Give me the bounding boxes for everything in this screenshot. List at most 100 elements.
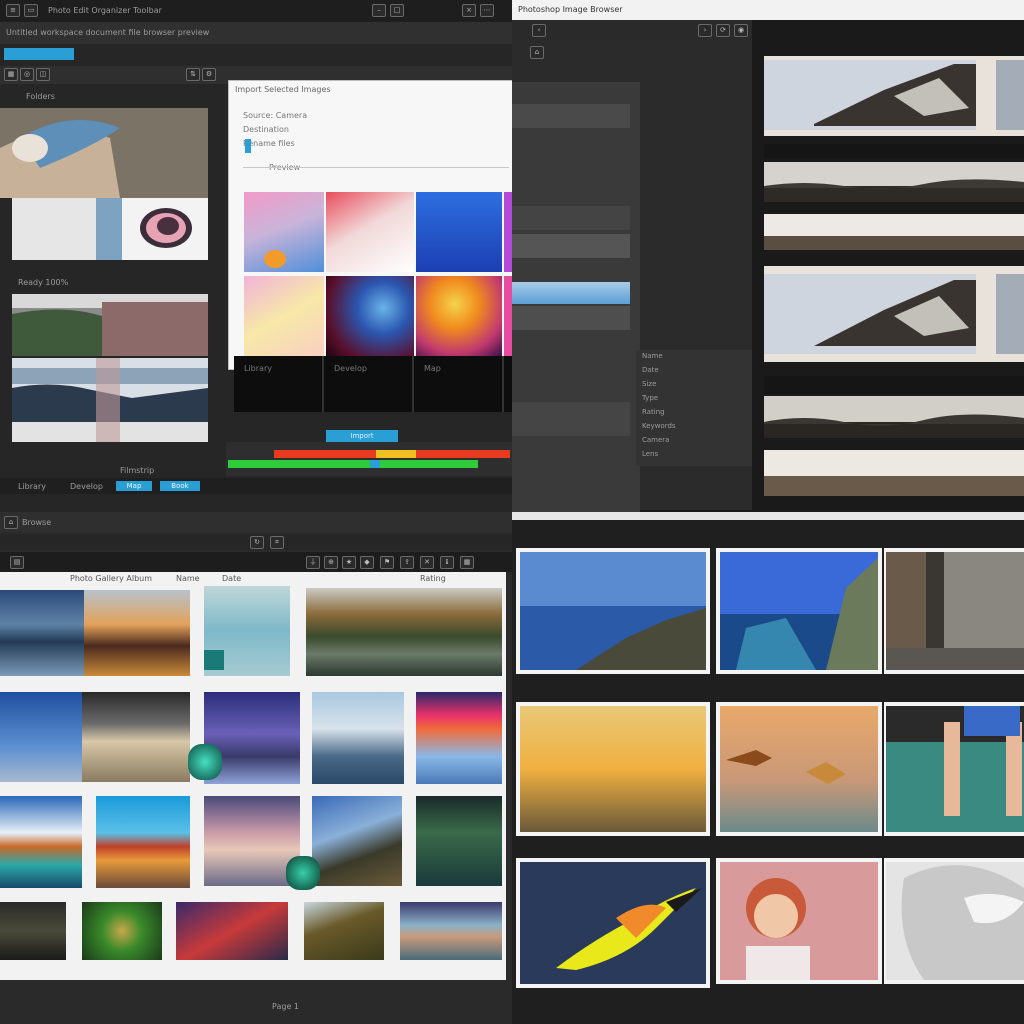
label-icon[interactable]: ◆ [360,556,374,569]
gallery-photo[interactable] [84,590,190,676]
footer-meta: Library [244,364,272,373]
close-button[interactable]: × [462,4,476,17]
view-icon[interactable]: ◉ [734,24,748,37]
compare-icon[interactable]: ◫ [36,68,50,81]
teal-gem-icon[interactable] [286,856,320,890]
loupe-view-icon[interactable]: ◎ [20,68,34,81]
photo-thumbnail[interactable] [12,294,208,356]
color-swatch[interactable] [504,276,512,356]
forward-icon[interactable]: › [698,24,712,37]
settings-icon[interactable]: ⚙ [202,68,216,81]
gallery-photo[interactable] [0,590,84,676]
gallery-photo[interactable] [306,588,502,676]
bottom-tab[interactable]: Develop [70,482,103,491]
info-icon[interactable]: ℹ [440,556,454,569]
filmstrip-bar [764,376,1024,394]
home-icon[interactable]: ⌂ [4,516,18,529]
cliff-photo[interactable] [716,548,882,674]
mountain-photo-frame[interactable] [764,56,1024,136]
teal-gem-icon[interactable] [188,744,222,780]
folder-icon[interactable]: ▭ [24,4,38,17]
color-swatch[interactable] [416,276,502,356]
nav-icon[interactable]: ▤ [10,556,24,569]
gallery-photo[interactable] [0,796,82,888]
legs-photo[interactable] [884,702,1024,836]
organizer-subtitle: Untitled workspace document file browser… [6,28,210,37]
gallery-photo[interactable] [176,902,288,960]
gallery-photo[interactable] [0,902,66,960]
color-swatch[interactable] [416,192,502,272]
gallery-photo[interactable] [416,692,502,784]
sort-icon[interactable]: ⇅ [186,68,200,81]
metadata-item: Keywords [642,422,676,430]
coast-photo[interactable] [516,548,710,674]
bottom-tab-active[interactable]: Map [116,481,152,491]
rotate-icon[interactable]: ↻ [250,536,264,549]
maximize-button[interactable]: □ [390,4,404,17]
dialog-line: Destination [243,125,289,134]
share-icon[interactable]: ⇪ [400,556,414,569]
sidebar-row[interactable] [512,402,630,436]
street-photo[interactable] [884,548,1024,674]
plain-photo-frame[interactable] [764,450,1024,496]
photo-thumbnail[interactable] [12,198,96,260]
plain-photo-frame[interactable] [764,214,1024,250]
smile-photo[interactable] [884,858,1024,984]
filter-icon[interactable]: ⏚ [306,556,320,569]
grid-icon[interactable]: ▦ [460,556,474,569]
color-swatch[interactable] [244,276,324,356]
star-icon[interactable]: ★ [342,556,356,569]
color-swatch[interactable] [244,192,324,272]
gallery-photo[interactable] [304,902,384,960]
photo-thumbnail[interactable] [122,198,208,260]
gallery-photo[interactable] [204,586,290,676]
photo-thumbnail[interactable] [96,198,122,260]
panel-label: Folders [26,92,55,101]
gallery-photo[interactable] [312,796,402,886]
trash-icon[interactable]: ✕ [420,556,434,569]
organizer-toolbar-text: Photo Edit Organizer Toolbar [48,6,162,15]
color-swatch[interactable] [504,192,512,272]
crop-icon[interactable]: ⌗ [270,536,284,549]
color-swatch[interactable] [326,192,414,272]
gallery-photo[interactable] [82,692,190,782]
sidebar-row[interactable] [512,206,630,230]
column-label: Rating [420,574,446,583]
refresh-icon[interactable]: ⟳ [716,24,730,37]
starfish-photo[interactable] [716,702,882,836]
folder-nav-icon[interactable]: ⌂ [530,46,544,59]
bottom-tab[interactable]: Library [18,482,46,491]
gallery-photo[interactable] [82,902,162,960]
photo-thumbnail[interactable] [12,358,208,442]
gallery-photo[interactable] [416,796,502,886]
sidebar-row-selected[interactable] [512,282,630,304]
sidebar-row[interactable] [512,306,630,330]
back-icon[interactable]: ‹ [532,24,546,37]
gallery-photo[interactable] [400,902,502,960]
menu-icon[interactable]: ≡ [6,4,20,17]
gallery-photo[interactable] [312,692,404,784]
color-swatch[interactable] [326,276,414,356]
bird-photo[interactable] [516,858,710,988]
bottom-tab-active[interactable]: Book [160,481,200,491]
import-button[interactable]: Import [326,430,398,442]
portrait-photo[interactable] [716,858,882,984]
horizon-photo-frame[interactable] [764,162,1024,202]
photo-thumbnail[interactable] [0,108,208,198]
gallery-toolbar-label: Browse [22,518,52,527]
dialog-footer: Library Develop Map [234,356,512,412]
gallery-photo[interactable] [96,796,190,888]
options-button[interactable]: ⋯ [480,4,494,17]
sidebar-row[interactable] [512,104,630,128]
zoom-icon[interactable]: ⊕ [324,556,338,569]
sunset-photo[interactable] [516,702,710,836]
minimize-button[interactable]: – [372,4,386,17]
sidebar-row[interactable] [512,234,630,258]
gallery-photo[interactable] [0,692,82,782]
filmstrip-bar [764,144,1024,158]
mountain-photo-frame[interactable] [764,266,1024,362]
flag-icon[interactable]: ⚑ [380,556,394,569]
grid-view-icon[interactable]: ▦ [4,68,18,81]
horizon-photo-frame[interactable] [764,396,1024,438]
accent-tab[interactable] [4,48,74,60]
